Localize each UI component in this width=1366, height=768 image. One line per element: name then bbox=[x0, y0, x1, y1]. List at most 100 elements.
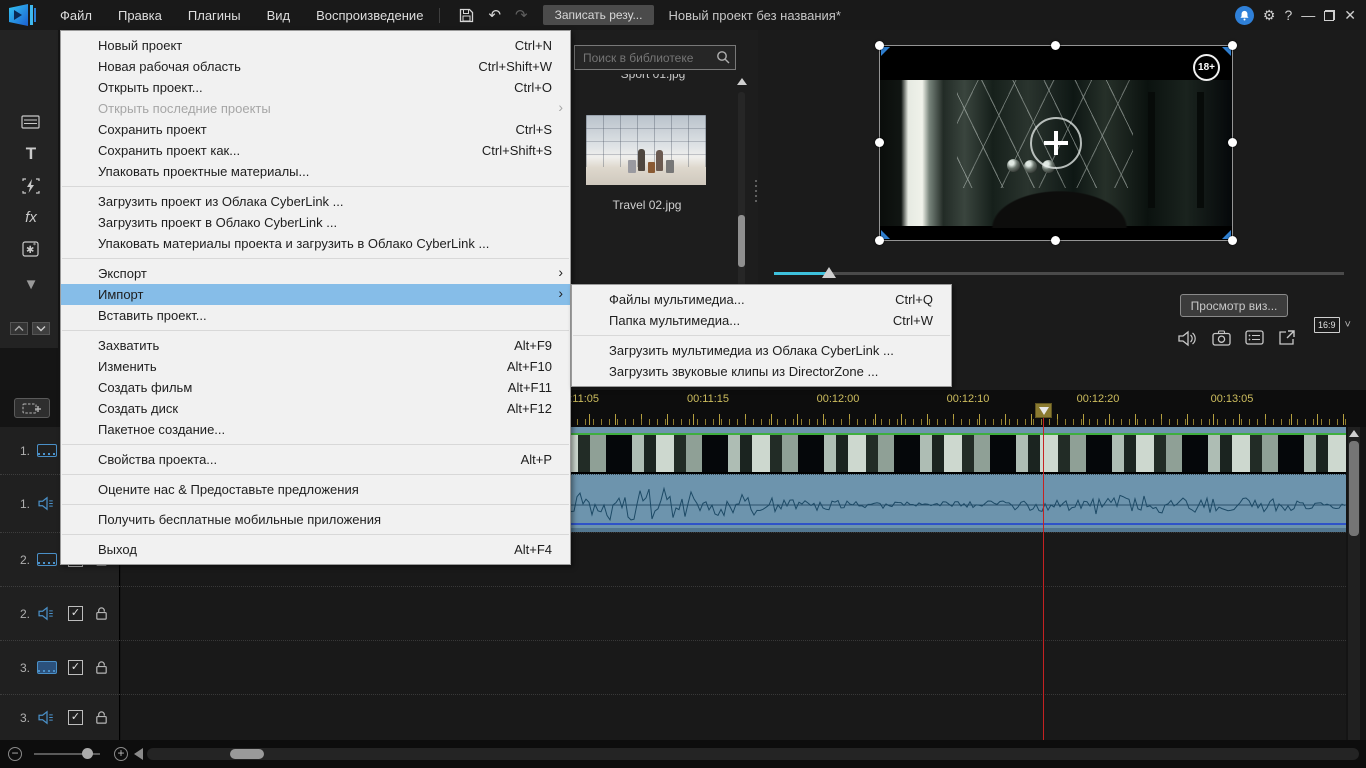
seek-progress bbox=[774, 272, 828, 275]
menu-file[interactable]: Файл bbox=[60, 8, 92, 23]
menu-item-new-project[interactable]: Новый проект Ctrl+N bbox=[61, 35, 570, 56]
timeline-vertical-scrollbar[interactable] bbox=[1348, 427, 1360, 740]
resize-handle-ml[interactable] bbox=[875, 138, 884, 147]
import-submenu: Файлы мультимедиа... Ctrl+Q Папка мультим… bbox=[571, 284, 952, 387]
track-lock-icon[interactable] bbox=[94, 606, 109, 621]
details-list-icon[interactable] bbox=[1245, 330, 1264, 345]
track-enable-checkbox[interactable]: ✓ bbox=[68, 606, 83, 621]
menu-item-download-project-from-cloud[interactable]: Загрузить проект из Облака CyberLink ... bbox=[61, 191, 570, 212]
undo-icon[interactable]: ↶ bbox=[488, 6, 501, 24]
search-icon bbox=[717, 51, 730, 64]
menu-item-save-project[interactable]: Сохранить проект Ctrl+S bbox=[61, 119, 570, 140]
empty-track-audio-3[interactable] bbox=[121, 694, 1346, 740]
track-enable-checkbox[interactable]: ✓ bbox=[68, 660, 83, 675]
title-room-tab[interactable]: T bbox=[11, 140, 51, 168]
rotate-move-control[interactable] bbox=[1030, 117, 1082, 169]
menu-item-capture[interactable]: Захватить Alt+F9 bbox=[61, 335, 570, 356]
zoom-in-button[interactable]: + bbox=[114, 747, 128, 761]
timeline-horizontal-scrollbar[interactable] bbox=[147, 748, 1359, 760]
menu-item-project-properties[interactable]: Свойства проекта... Alt+P bbox=[61, 449, 570, 470]
menu-item-batch-produce[interactable]: Пакетное создание... bbox=[61, 419, 570, 440]
menu-view[interactable]: Вид bbox=[267, 8, 291, 23]
resize-handle-bl[interactable] bbox=[875, 236, 884, 245]
resize-handle-tc[interactable] bbox=[1051, 41, 1060, 50]
save-icon[interactable] bbox=[459, 8, 474, 23]
scroll-left-icon[interactable] bbox=[134, 748, 143, 760]
seek-thumb[interactable] bbox=[822, 267, 836, 278]
transition-room-tab[interactable] bbox=[11, 172, 51, 200]
track-enable-checkbox[interactable]: ✓ bbox=[68, 710, 83, 725]
scroll-up-icon[interactable] bbox=[1349, 430, 1359, 437]
menu-item-save-project-as[interactable]: Сохранить проект как... Ctrl+Shift+S bbox=[61, 140, 570, 161]
minimize-icon[interactable]: — bbox=[1301, 7, 1315, 23]
menu-plugins[interactable]: Плагины bbox=[188, 8, 241, 23]
empty-track-video-3[interactable] bbox=[121, 640, 1346, 694]
menu-item-pack-project-materials[interactable]: Упаковать проектные материалы... bbox=[61, 161, 570, 182]
particle-room-tab[interactable]: ✱ * bbox=[11, 235, 51, 263]
library-item-thumbnail[interactable] bbox=[586, 115, 706, 185]
horizontal-scrollbar-thumb[interactable] bbox=[230, 749, 264, 759]
menu-item-produce-movie[interactable]: Создать фильм Alt+F11 bbox=[61, 377, 570, 398]
menu-item-pack-and-upload-to-cloud[interactable]: Упаковать материалы проекта и загрузить … bbox=[61, 233, 570, 254]
panel-divider-handle[interactable] bbox=[755, 180, 757, 202]
track-manager-button[interactable] bbox=[14, 398, 50, 418]
aspect-ratio-selector[interactable]: 16:9 ˅ bbox=[1314, 317, 1351, 333]
undock-preview-icon[interactable] bbox=[1278, 330, 1296, 346]
menu-item-rate-us[interactable]: Оцените нас & Предоставьте предложения bbox=[61, 479, 570, 500]
resize-handle-bc[interactable] bbox=[1051, 236, 1060, 245]
menu-item-new-workspace[interactable]: Новая рабочая область Ctrl+Shift+W bbox=[61, 56, 570, 77]
menu-item-import[interactable]: Импорт › bbox=[61, 284, 570, 305]
track-lock-icon[interactable] bbox=[94, 710, 109, 725]
menu-item-open-project[interactable]: Открыть проект... Ctrl+O bbox=[61, 77, 570, 98]
track-header-audio-3[interactable]: 3. ✓ bbox=[0, 694, 120, 740]
resize-handle-mr[interactable] bbox=[1228, 138, 1237, 147]
track-header-video-3[interactable]: 3. ✓ bbox=[0, 640, 120, 694]
resize-handle-br[interactable] bbox=[1228, 236, 1237, 245]
menu-item-insert-project[interactable]: Вставить проект... bbox=[61, 305, 570, 326]
library-scroll-up-icon[interactable] bbox=[737, 78, 747, 85]
zoom-slider-thumb[interactable] bbox=[82, 748, 93, 759]
snapshot-camera-icon[interactable] bbox=[1212, 330, 1231, 346]
submenu-item-download-audio-from-directorzone[interactable]: Загрузить звуковые клипы из DirectorZone… bbox=[572, 361, 951, 382]
menu-item-edit[interactable]: Изменить Alt+F10 bbox=[61, 356, 570, 377]
notification-bell-icon[interactable] bbox=[1234, 5, 1254, 25]
resize-handle-tl[interactable] bbox=[875, 41, 884, 50]
menu-item-get-mobile-apps[interactable]: Получить бесплатные мобильные приложения bbox=[61, 509, 570, 530]
preview-seek-bar[interactable] bbox=[774, 267, 1344, 278]
volume-icon[interactable] bbox=[1178, 330, 1198, 347]
restore-window-icon[interactable] bbox=[1324, 9, 1336, 21]
zoom-out-button[interactable]: − bbox=[8, 747, 22, 761]
track-number: 2. bbox=[19, 552, 30, 567]
help-icon[interactable]: ? bbox=[1284, 7, 1292, 23]
menu-playback[interactable]: Воспроизведение bbox=[316, 8, 423, 23]
submenu-item-media-folder[interactable]: Папка мультимедиа... Ctrl+W bbox=[572, 310, 951, 331]
menu-item-exit[interactable]: Выход Alt+F4 bbox=[61, 539, 570, 560]
library-search[interactable] bbox=[574, 45, 736, 70]
resize-handle-tr[interactable] bbox=[1228, 41, 1237, 50]
track-header-audio-2[interactable]: 2. ✓ bbox=[0, 586, 120, 640]
timeline-scrollbar-thumb[interactable] bbox=[1349, 441, 1359, 536]
effect-room-tab[interactable]: fx bbox=[11, 203, 51, 231]
playhead-marker[interactable] bbox=[1035, 403, 1052, 418]
room-scroll-down-icon[interactable] bbox=[32, 322, 50, 335]
room-scroll-up-icon[interactable] bbox=[10, 322, 28, 335]
library-scrollbar-thumb[interactable] bbox=[738, 215, 745, 267]
search-input[interactable] bbox=[574, 45, 736, 70]
clips-room-tab[interactable] bbox=[11, 108, 51, 136]
empty-track-audio-2[interactable] bbox=[121, 586, 1346, 640]
selected-clip-region[interactable]: 18+ bbox=[875, 41, 1237, 245]
app-logo-icon bbox=[0, 0, 46, 30]
track-lock-icon[interactable] bbox=[94, 660, 109, 675]
overlay-room-tab[interactable]: ▼ bbox=[11, 270, 51, 298]
ruler-timestamp: 00:12:00 bbox=[816, 393, 860, 405]
menu-edit[interactable]: Правка bbox=[118, 8, 162, 23]
menu-item-upload-project-to-cloud[interactable]: Загрузить проект в Облако CyberLink ... bbox=[61, 212, 570, 233]
close-icon[interactable]: ✕ bbox=[1344, 7, 1356, 24]
submenu-item-media-files[interactable]: Файлы мультимедиа... Ctrl+Q bbox=[572, 289, 951, 310]
menu-item-create-disc[interactable]: Создать диск Alt+F12 bbox=[61, 398, 570, 419]
produce-button[interactable]: Записать резу... bbox=[542, 5, 655, 25]
submenu-item-download-media-from-cloud[interactable]: Загрузить мультимедиа из Облака CyberLin… bbox=[572, 340, 951, 361]
settings-gear-icon[interactable]: ⚙ bbox=[1263, 7, 1276, 24]
view-quality-button[interactable]: Просмотр виз... bbox=[1180, 294, 1288, 317]
menu-item-export[interactable]: Экспорт › bbox=[61, 263, 570, 284]
